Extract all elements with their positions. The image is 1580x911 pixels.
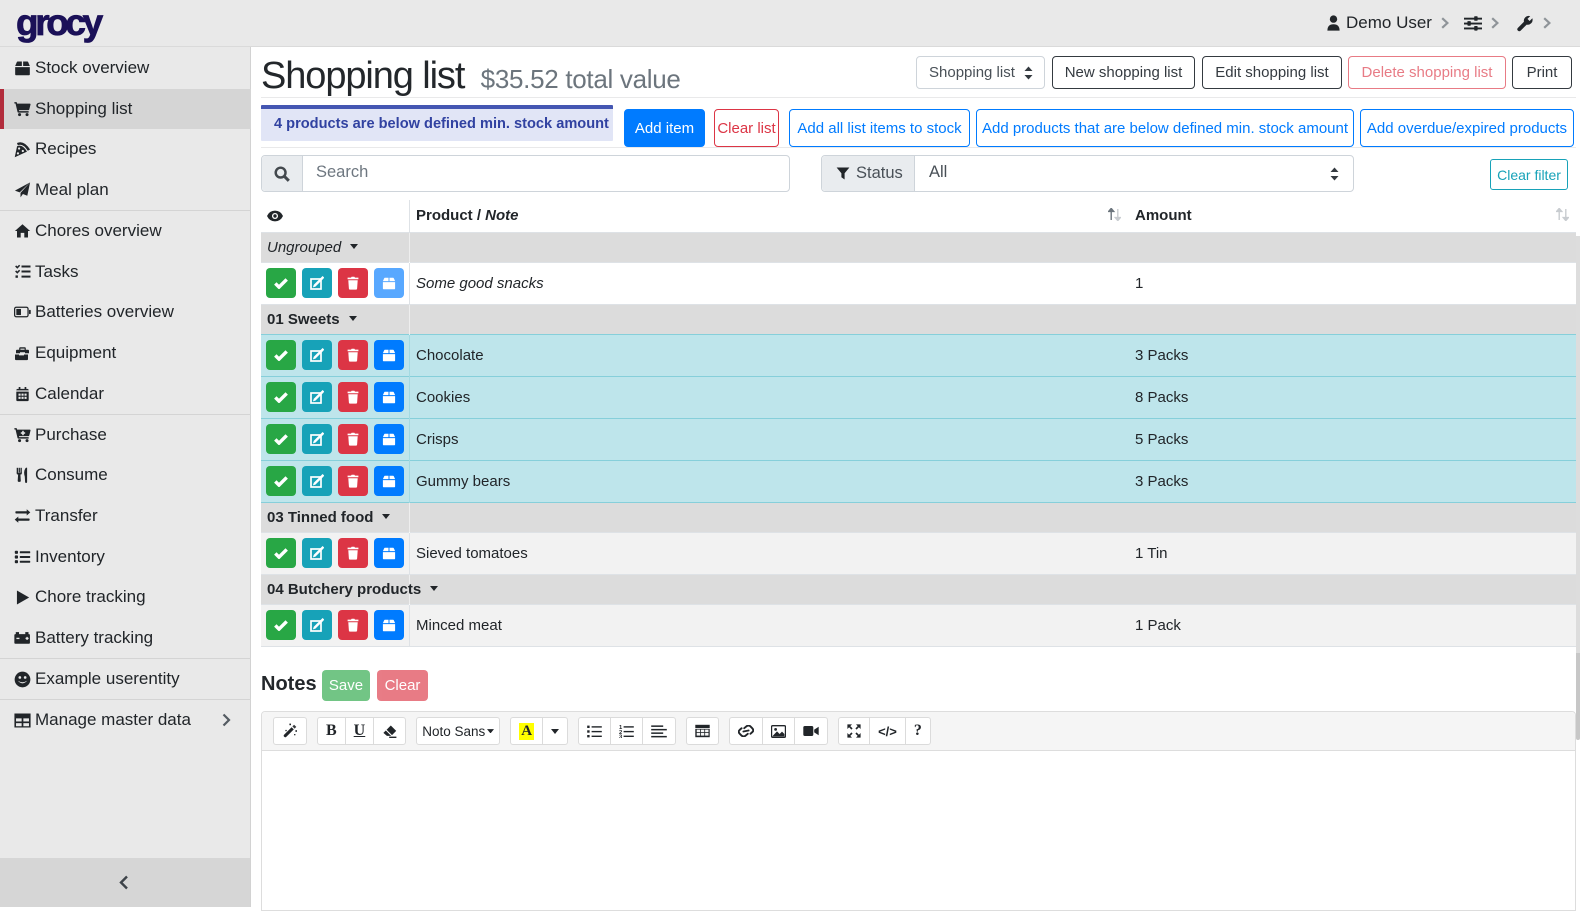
- svg-text:3: 3: [619, 734, 623, 737]
